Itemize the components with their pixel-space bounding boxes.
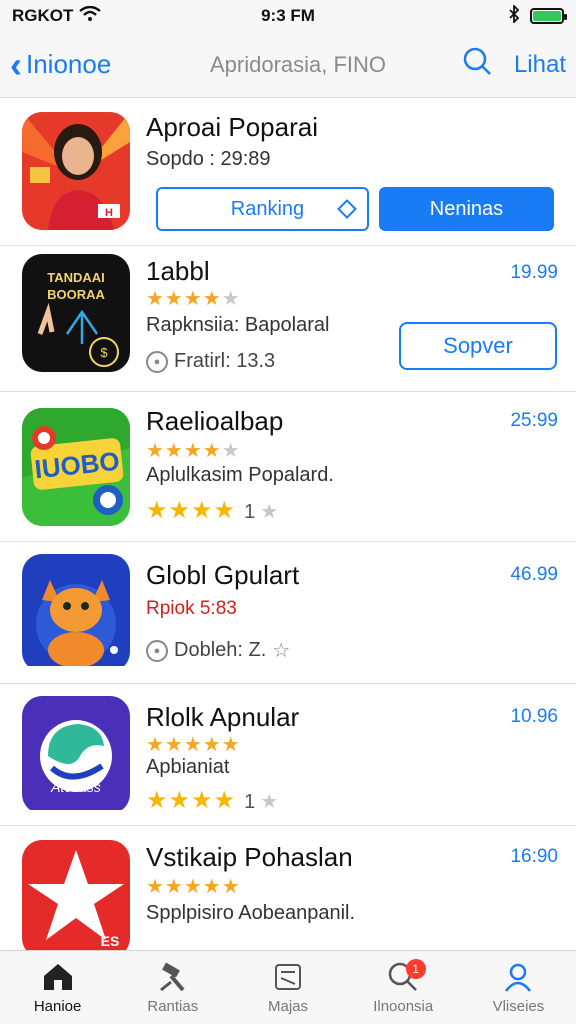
svg-text:Atokass: Atokass (50, 779, 101, 795)
battery-icon (530, 8, 567, 24)
svg-text:BOORAA: BOORAA (47, 287, 105, 302)
clock-icon: ● (146, 350, 168, 373)
chevron-left-icon: ‹ (10, 43, 22, 85)
app-title: Raelioalbap (146, 406, 284, 436)
ranking-button-label: Ranking (230, 197, 305, 220)
featured-app-title: Aproai Poparai (146, 112, 318, 142)
list-item[interactable]: TANDAAI BOORAA $ 1abbl 19.99 ★★★★★ Rapkn… (0, 246, 576, 392)
tab-home[interactable]: Hanioe (0, 951, 115, 1024)
rating-stars: ★★★★★ (146, 876, 241, 898)
featured-app-row[interactable]: H Aproai Poparai Sopdo : 29:89 Ranking N… (0, 98, 576, 246)
navigation-bar: ‹ Inionoe Apridorasia, FINO Lihat (0, 32, 576, 98)
app-subtitle: Rapknsiia: Bapolaral (146, 314, 330, 336)
app-thumbnail (22, 554, 130, 672)
nav-title: Apridorasia, FINO (209, 51, 387, 77)
app-subtitle: Rpiok 5:83 (146, 598, 237, 619)
rating-stars-large: ★★★★ 1 ★ (146, 497, 280, 524)
app-action-button[interactable]: Sopver (399, 322, 557, 370)
search-icon[interactable] (462, 46, 492, 83)
tab-search-label: Ilnoonsia (373, 998, 434, 1015)
app-value: 46.99 (510, 564, 558, 585)
person-icon (500, 960, 536, 994)
app-thumbnail: Atokass (22, 696, 130, 814)
app-meta-text: Fratirl: 13.3 (174, 350, 276, 372)
note-icon (270, 960, 306, 994)
app-title: Globl Gpulart (146, 560, 300, 590)
svg-text:ES: ES (101, 933, 120, 949)
tab-home-label: Hanioe (33, 998, 82, 1015)
nav-right-button[interactable]: Lihat (514, 51, 566, 79)
rating-stars: ★★★★★ (146, 440, 241, 462)
app-subtitle: Apbianiat (146, 756, 230, 778)
tab-bar: Hanioe Rantias Majas 1 Ilnoonsia Vliseie… (0, 950, 576, 1024)
rating-count: 1 (244, 501, 257, 523)
app-subtitle: Aplulkasim Popalard. (146, 464, 334, 486)
clock-icon: ● (146, 639, 168, 662)
app-meta-text: Dobleh: Z. (174, 639, 267, 661)
diamond-icon (337, 199, 357, 225)
rating-count: 1 (244, 791, 257, 813)
tab-search[interactable]: 1 Ilnoonsia (346, 951, 461, 1024)
wifi-icon (79, 5, 102, 27)
tab-notes[interactable]: Majas (230, 951, 345, 1024)
svg-text:$: $ (100, 345, 108, 360)
list-item[interactable]: ES Vstikaip Pohaslan 16:90 ★★★★★ Spplpis… (0, 826, 576, 950)
primary-action-button[interactable]: Neninas (379, 187, 554, 231)
star-outline-icon: ☆ (272, 640, 291, 662)
notification-badge: 1 (405, 959, 426, 979)
tab-rankings-label: Rantias (147, 998, 199, 1015)
home-icon (40, 960, 76, 994)
featured-app-thumbnail: H (22, 112, 130, 230)
back-label: Inionoe (26, 49, 112, 79)
tab-notes-label: Majas (268, 998, 309, 1015)
ranking-button[interactable]: Ranking (156, 187, 369, 231)
svg-text:H: H (105, 207, 113, 219)
app-value: 16:90 (510, 846, 558, 867)
tab-profile-label: Vliseies (492, 998, 545, 1015)
featured-app-subtitle: Sopdo : 29:89 (146, 148, 271, 170)
status-time: 9:3 FM (261, 6, 315, 25)
app-meta: ● Fratirl: 13.3 (146, 350, 275, 373)
rating-stars: ★★★★★ (146, 734, 241, 756)
list-item[interactable]: Atokass Rlolk Apnular 10.96 ★★★★★ Apbian… (0, 684, 576, 826)
svg-text:TANDAAI: TANDAAI (47, 270, 105, 285)
rating-stars: ★★★★★ (146, 288, 241, 310)
rating-stars-large: ★★★★ 1 ★ (146, 787, 280, 814)
status-bar: RGKOT 9:3 FM (0, 0, 576, 32)
back-button[interactable]: ‹ Inionoe (10, 43, 180, 85)
list-item[interactable]: Globl Gpulart 46.99 Rpiok 5:83 ● Dobleh:… (0, 542, 576, 684)
app-value: 19.99 (510, 262, 558, 283)
app-thumbnail: ES (22, 840, 130, 950)
app-subtitle: Spplpisiro Aobeanpanil. (146, 902, 356, 924)
bluetooth-icon (508, 3, 520, 28)
app-meta: ● Dobleh: Z. ☆ (146, 638, 290, 663)
app-title: 1abbl (146, 256, 210, 286)
app-title: Rlolk Apnular (146, 702, 300, 732)
app-value: 25:99 (510, 410, 558, 431)
app-title: Vstikaip Pohaslan (146, 842, 353, 872)
app-thumbnail: TANDAAI BOORAA $ (22, 254, 130, 372)
app-list: H Aproai Poparai Sopdo : 29:89 Ranking N… (0, 98, 576, 950)
tab-rankings[interactable]: Rantias (115, 951, 230, 1024)
tab-profile[interactable]: Vliseies (461, 951, 576, 1024)
list-item[interactable]: IUOBO Raelioalbap 25:99 ★★★★★ Aplulkasim… (0, 392, 576, 542)
hammer-icon (155, 960, 191, 994)
app-thumbnail: IUOBO (22, 408, 130, 526)
app-value: 10.96 (510, 706, 558, 727)
status-carrier: RGKOT (12, 6, 74, 25)
